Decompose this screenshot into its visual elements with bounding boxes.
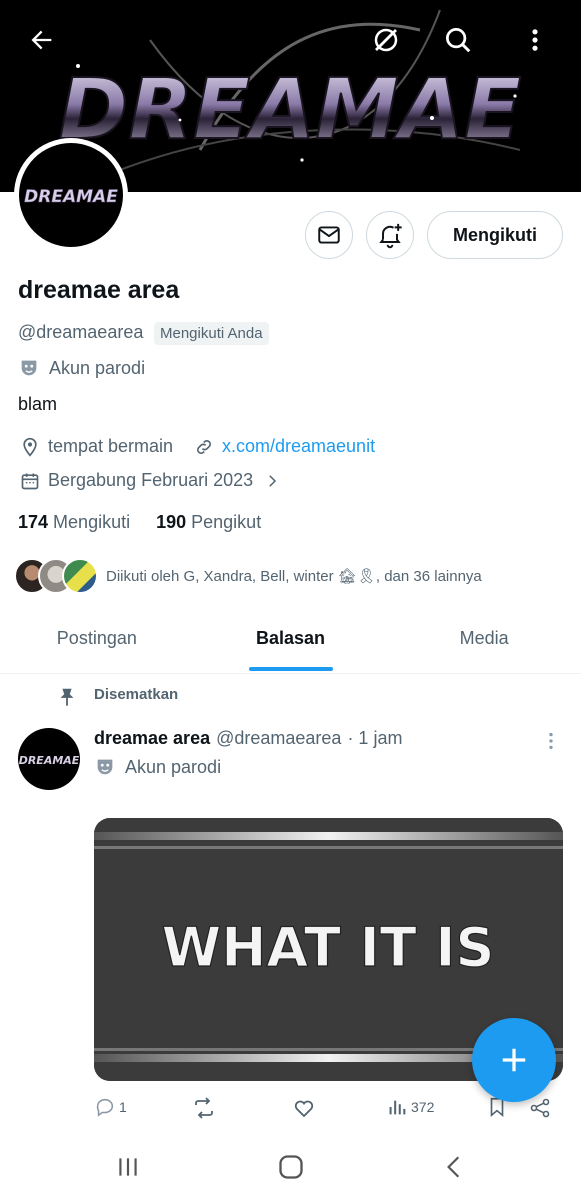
location-row: tempat bermain xyxy=(20,436,173,457)
search-icon[interactable] xyxy=(438,20,478,60)
repost-button[interactable] xyxy=(192,1096,216,1120)
following-count-link[interactable]: 174 Mengikuti xyxy=(18,512,130,533)
parody-mask-icon xyxy=(97,759,113,775)
recent-apps-icon[interactable] xyxy=(108,1150,148,1184)
profile-name: dreamae area xyxy=(18,276,180,304)
following-button[interactable]: Mengikuti xyxy=(427,211,563,259)
tab-postingan[interactable]: Postingan xyxy=(0,604,194,673)
back-nav-icon[interactable] xyxy=(434,1150,474,1184)
active-tab-indicator xyxy=(248,667,333,671)
reply-button[interactable]: 1 xyxy=(94,1096,127,1118)
website-row[interactable]: x.com/dreamaeunit xyxy=(194,436,375,457)
svg-text:WHAT IT IS: WHAT IT IS xyxy=(162,916,495,979)
parody-label-row[interactable]: Akun parodi xyxy=(18,357,145,379)
notify-button[interactable] xyxy=(366,211,414,259)
compose-post-button[interactable] xyxy=(472,1018,556,1102)
followers-count-link[interactable]: 190 Pengikut xyxy=(156,512,261,533)
post-author-handle: @dreamaearea xyxy=(216,728,342,748)
post-author-name[interactable]: dreamae area xyxy=(94,728,210,749)
followed-by-row[interactable]: Diikuti oleh G, Xandra, Bell, winter 🏚🎗,… xyxy=(14,558,482,594)
link-icon xyxy=(197,439,211,454)
envelope-icon xyxy=(318,226,340,244)
share-button[interactable] xyxy=(528,1096,552,1120)
back-arrow-icon[interactable] xyxy=(22,20,62,60)
joined-text: Bergabung Februari 2023 xyxy=(48,470,254,490)
svg-text:DREAMAE: DREAMAE xyxy=(24,187,118,207)
profile-tabs: Postingan Balasan Media xyxy=(0,604,581,674)
follow-counts: 174 Mengikuti 190 Pengikut xyxy=(18,512,261,533)
joined-row[interactable]: Bergabung Februari 2023 xyxy=(20,470,281,491)
profile-handle: @dreamaearea xyxy=(18,322,144,342)
follows-you-badge: Mengikuti Anda xyxy=(154,322,269,345)
tab-balasan[interactable]: Balasan xyxy=(194,604,388,673)
parody-mask-icon xyxy=(21,360,37,376)
views-button[interactable]: 372 xyxy=(386,1096,434,1118)
chevron-right-icon xyxy=(269,474,277,487)
profile-bio: blam xyxy=(18,394,58,414)
like-button[interactable] xyxy=(292,1096,316,1120)
svg-text:DREAMAE: DREAMAE xyxy=(19,754,79,767)
home-icon[interactable] xyxy=(271,1150,311,1184)
svg-text:DREAMAE: DREAMAE xyxy=(59,60,522,158)
share-icon xyxy=(530,1098,550,1118)
post-avatar[interactable]: DREAMAE xyxy=(18,728,80,790)
location-pin-icon xyxy=(23,437,37,457)
post-time: · 1 jam xyxy=(347,728,403,748)
website-link[interactable]: x.com/dreamaeunit xyxy=(222,436,375,457)
location-text: tempat bermain xyxy=(48,436,174,456)
reply-icon xyxy=(96,1098,114,1117)
post-header: dreamae area @dreamaearea · 1 jam xyxy=(94,728,402,749)
post-actions: 1 372 xyxy=(94,1096,564,1124)
pinned-label-row: Disematkan xyxy=(56,686,179,707)
post-parody-label: Akun parodi xyxy=(125,756,222,777)
post-more-icon[interactable] xyxy=(540,730,562,757)
more-vertical-icon[interactable] xyxy=(515,20,555,60)
bell-plus-icon xyxy=(379,223,402,249)
repost-icon xyxy=(195,1097,213,1119)
analytics-icon xyxy=(389,1100,406,1115)
message-button[interactable] xyxy=(305,211,353,259)
reply-count: 1 xyxy=(119,1099,127,1115)
profile-avatar[interactable]: DREAMAE xyxy=(14,138,128,252)
post-avatar-logo: DREAMAE xyxy=(19,754,79,767)
grok-icon[interactable] xyxy=(366,20,406,60)
followed-by-text: Diikuti oleh G, Xandra, Bell, winter 🏚🎗,… xyxy=(106,568,482,585)
follower-avatar xyxy=(62,558,98,594)
system-nav-bar xyxy=(0,1134,581,1200)
plus-icon xyxy=(502,1048,526,1072)
pin-icon xyxy=(60,688,74,707)
view-count: 372 xyxy=(411,1099,435,1115)
pinned-label: Disematkan xyxy=(94,686,179,703)
parody-label: Akun parodi xyxy=(49,357,146,378)
avatar-logo: DREAMAE xyxy=(24,187,119,208)
heart-icon xyxy=(294,1100,314,1118)
calendar-icon xyxy=(21,473,39,489)
tab-media[interactable]: Media xyxy=(387,604,581,673)
post-parody-row: Akun parodi xyxy=(94,756,221,778)
